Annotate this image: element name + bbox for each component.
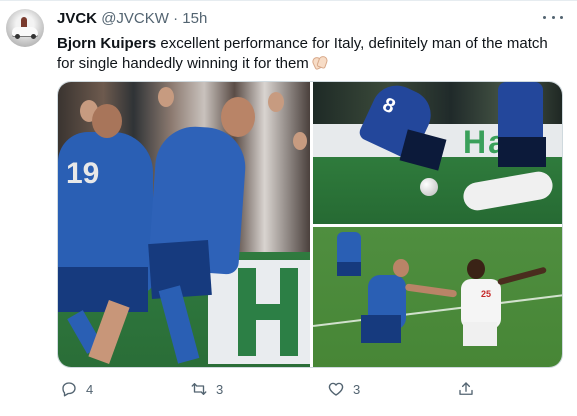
jersey-number: 25 — [481, 289, 492, 299]
like-button[interactable]: 3 — [327, 377, 360, 401]
clapping-hands-icon — [310, 54, 329, 71]
retweet-count: 3 — [216, 381, 224, 397]
tweet-header: JVCK @JVCKW · 15h — [57, 10, 207, 27]
reply-button[interactable]: 4 — [60, 377, 93, 401]
retweet-icon — [191, 383, 207, 395]
mention-bold: Bjorn Kuipers — [57, 35, 157, 52]
retweet-button[interactable]: 3 — [190, 377, 223, 401]
player-shorts — [337, 262, 361, 276]
player-head — [393, 259, 409, 277]
tweet-timestamp[interactable]: 15h — [182, 10, 207, 27]
photo-top-right[interactable]: Ha 8 — [313, 82, 562, 224]
author-avatar[interactable] — [6, 9, 44, 47]
reply-icon — [62, 382, 76, 397]
player-shorts — [498, 137, 546, 167]
media-grid: 19 Ha 8 25 — [57, 81, 563, 368]
football-icon — [420, 178, 438, 196]
photo-bottom-right[interactable]: 25 — [313, 227, 562, 367]
more-options-icon[interactable] — [543, 10, 563, 24]
player-shorts — [463, 322, 497, 346]
player-shorts — [361, 315, 401, 343]
share-icon — [459, 382, 473, 395]
player-head — [467, 259, 485, 279]
heart-icon — [328, 382, 344, 396]
author-handle[interactable]: @JVCKW — [101, 10, 169, 27]
reply-count: 4 — [86, 381, 94, 397]
tweet-text: Bjorn Kuipers excellent performance for … — [57, 34, 557, 74]
photo-left[interactable]: 19 — [58, 82, 310, 367]
jersey-number: 19 — [66, 157, 100, 190]
avatar-wheel — [15, 34, 20, 39]
share-button[interactable] — [457, 377, 475, 401]
tweet-actions: 4 3 3 — [57, 377, 563, 401]
advertising-board — [208, 260, 310, 364]
avatar-wheel — [31, 34, 36, 39]
tweet[interactable]: JVCK @JVCKW · 15h Bjorn Kuipers excellen… — [0, 0, 577, 416]
separator-dot: · — [173, 10, 179, 27]
player-head — [92, 104, 122, 138]
player-shorts — [58, 267, 148, 312]
like-count: 3 — [353, 381, 361, 397]
author-name[interactable]: JVCK — [57, 10, 97, 27]
player-head — [221, 97, 255, 137]
